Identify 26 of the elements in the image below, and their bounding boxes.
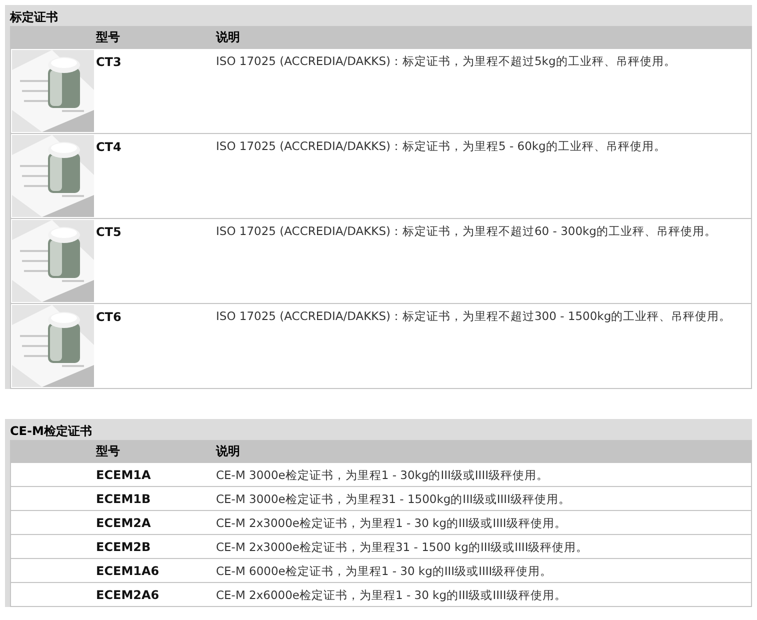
description-cell-text: ISO 17025 (ACCREDIA/DAKKS)：标定证书，为里程不超过5kg的工业秤、吊秤使用。 [216, 53, 677, 70]
model-cell-text: CT4 [96, 139, 122, 154]
description-cell-text: CE-M 6000e检定证书，为里程1 - 30 kg的III级或IIII级秤使用。 [216, 562, 554, 580]
model-cell-text: CT5 [96, 224, 122, 239]
section-title: CE-M检定证书 [10, 423, 93, 440]
description-cell-text: ISO 17025 (ACCREDIA/DAKKS)：标定证书，为里程5 - 60kg的工业秤、吊秤使用。 [216, 138, 667, 155]
model-cell-text: ECEM1A [96, 468, 152, 482]
section-title: 标定证书 [10, 9, 59, 26]
column-header: 型号 [96, 28, 121, 46]
model-cell-text: ECEM2A [96, 516, 152, 530]
model-cell-text: ECEM2B [96, 540, 152, 554]
description-cell-text: CE-M 2x3000e检定证书，为里程1 - 30 kg的III级或IIII级秤使用。 [216, 514, 568, 532]
description-cell-text: CE-M 2x3000e检定证书，为里程31 - 1500 kg的III级或IIII级秤使用。 [216, 538, 590, 556]
description-cell-text: ISO 17025 (ACCREDIA/DAKKS)：标定证书，为里程不超过60 - 300kg的工业秤、吊秤使用。 [216, 223, 718, 240]
description-cell-text: CE-M 2x6000e检定证书，为里程1 - 30 kg的III级或IIII级秤使用。 [216, 586, 568, 604]
model-cell-text: ECEM1B [96, 492, 152, 506]
model-cell-text: ECEM2A6 [96, 588, 160, 602]
model-cell-text: ECEM1A6 [96, 564, 160, 578]
model-cell-text: CT6 [96, 309, 122, 324]
column-header: 型号 [96, 442, 121, 460]
column-header: 说明 [216, 442, 241, 460]
description-cell-text: ISO 17025 (ACCREDIA/DAKKS)：标定证书，为里程不超过300 - 1500kg的工业秤、吊秤使用。 [216, 308, 732, 325]
column-header: 说明 [216, 28, 241, 46]
description-cell-text: CE-M 3000e检定证书，为里程31 - 1500kg的III级或IIII级秤使用。 [216, 490, 572, 508]
model-cell-text: CT3 [96, 54, 122, 69]
description-cell-text: CE-M 3000e检定证书，为里程1 - 30kg的III级或IIII级秤使用。 [216, 466, 550, 484]
